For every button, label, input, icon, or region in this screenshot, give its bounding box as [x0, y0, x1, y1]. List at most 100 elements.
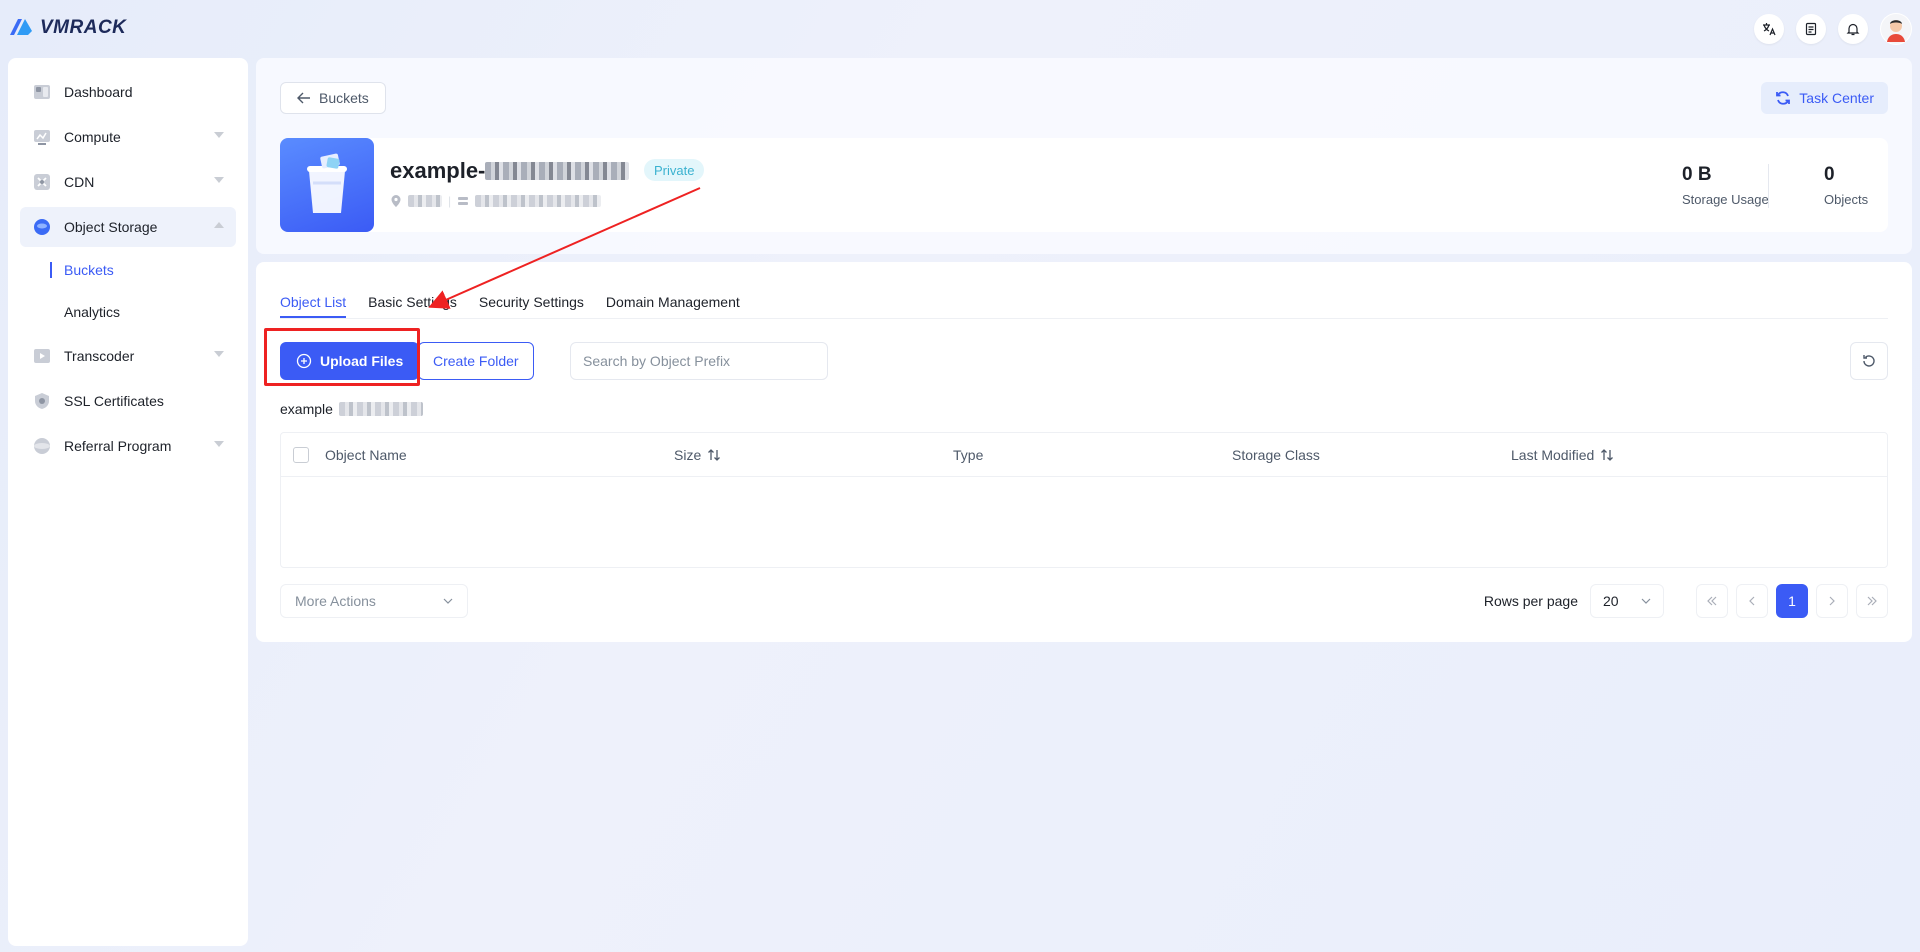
storage-usage-stat: 0 B Storage Usage	[1682, 164, 1769, 207]
sort-icon	[708, 449, 721, 461]
task-center-label: Task Center	[1799, 90, 1874, 106]
tab-object-list[interactable]: Object List	[280, 286, 347, 318]
prev-page-button[interactable]	[1736, 584, 1768, 618]
tab-basic-settings[interactable]: Basic Settings	[368, 286, 457, 318]
top-actions	[1754, 13, 1912, 45]
column-label: Object Name	[325, 447, 407, 463]
select-all-checkbox[interactable]	[293, 447, 309, 463]
create-folder-button[interactable]: Create Folder	[418, 342, 534, 380]
compute-icon	[32, 127, 52, 147]
objects-stat: 0 Objects	[1824, 164, 1868, 207]
translate-icon[interactable]	[1754, 14, 1784, 44]
column-type: Type	[953, 447, 983, 463]
tabs-divider	[280, 318, 1888, 319]
column-object-name: Object Name	[325, 447, 407, 463]
vmrack-logo[interactable]: VMRACK	[8, 14, 126, 42]
refresh-button[interactable]	[1850, 342, 1888, 380]
chevron-down-icon	[214, 351, 224, 357]
sidebar-item-label: Referral Program	[64, 438, 172, 454]
logo-icon	[10, 19, 32, 35]
column-label: Storage Class	[1232, 447, 1320, 463]
next-page-button[interactable]	[1816, 584, 1848, 618]
sidebar-subitem-label: Buckets	[64, 262, 114, 278]
tab-domain-management[interactable]: Domain Management	[606, 286, 740, 318]
redacted-path-suffix	[338, 402, 423, 416]
column-label: Last Modified	[1511, 447, 1595, 463]
upload-files-button[interactable]: Upload Files	[280, 342, 420, 380]
chevron-left-icon	[1749, 596, 1755, 606]
storage-usage-value: 0 B	[1682, 164, 1712, 185]
sidebar-item-label: Transcoder	[64, 348, 135, 364]
rows-per-page-value: 20	[1603, 593, 1619, 609]
pagination: Rows per page 20 1	[1484, 584, 1888, 618]
plus-circle-icon	[296, 353, 312, 369]
refresh-sync-icon	[1776, 91, 1791, 105]
object-table: Object Name Size Type Storage Class Last…	[280, 432, 1888, 568]
sidebar-subitem-buckets[interactable]: Buckets	[20, 252, 236, 288]
bell-icon[interactable]	[1838, 14, 1868, 44]
sidebar-item-ssl-certificates[interactable]: SSL Certificates	[20, 381, 236, 421]
column-label: Type	[953, 447, 984, 463]
chevron-up-icon	[214, 222, 224, 228]
sidebar-item-label: Object Storage	[64, 219, 158, 235]
breadcrumb-bucket[interactable]: example	[280, 401, 333, 417]
chevron-right-icon	[1829, 596, 1835, 606]
task-center-button[interactable]: Task Center	[1761, 82, 1888, 114]
redacted-region	[408, 195, 442, 207]
last-page-button[interactable]	[1856, 584, 1888, 618]
sidebar-item-cdn[interactable]: CDN	[20, 162, 236, 202]
storage-icon	[458, 197, 469, 205]
object-list-panel: Object List Basic Settings Security Sett…	[256, 262, 1912, 642]
object-prefix-search-input[interactable]	[570, 342, 828, 380]
cdn-icon	[32, 172, 52, 192]
sidebar: Dashboard Compute CDN Object Storage Buc…	[8, 58, 248, 946]
storage-usage-label: Storage Usage	[1682, 192, 1769, 207]
sidebar-subitem-analytics[interactable]: Analytics	[20, 294, 236, 330]
chevron-down-icon	[214, 177, 224, 183]
user-avatar[interactable]	[1880, 13, 1912, 45]
more-actions-select[interactable]: More Actions	[280, 584, 468, 618]
back-button-label: Buckets	[319, 90, 369, 106]
page-button-current[interactable]: 1	[1776, 584, 1808, 618]
first-page-button[interactable]	[1696, 584, 1728, 618]
redacted-storage-type	[475, 195, 602, 207]
chevron-down-icon	[1641, 598, 1651, 604]
more-actions-label: More Actions	[295, 593, 376, 609]
visibility-badge: Private	[644, 159, 705, 181]
column-label: Size	[674, 447, 702, 463]
column-storage-class: Storage Class	[1232, 447, 1320, 463]
objects-value: 0	[1824, 164, 1835, 185]
referral-icon	[32, 436, 52, 456]
sidebar-subitem-label: Analytics	[64, 304, 121, 320]
arrow-left-icon	[297, 92, 310, 104]
tab-security-settings[interactable]: Security Settings	[479, 286, 584, 318]
rows-per-page-select[interactable]: 20	[1590, 584, 1664, 618]
sidebar-item-label: CDN	[64, 174, 95, 190]
redacted-bucket-suffix	[485, 162, 630, 180]
dashboard-icon	[32, 82, 52, 102]
sidebar-item-transcoder[interactable]: Transcoder	[20, 336, 236, 376]
bucket-summary: example- Private | 0 B Storage Usage 0 O…	[280, 138, 1888, 232]
double-chevron-left-icon	[1707, 596, 1717, 606]
brand-name: VMRACK	[40, 17, 127, 38]
bucket-name-prefix: example-	[390, 158, 486, 183]
stat-divider	[1768, 164, 1769, 208]
double-chevron-right-icon	[1867, 596, 1877, 606]
back-to-buckets-button[interactable]: Buckets	[280, 82, 386, 114]
objects-label: Objects	[1824, 192, 1869, 207]
document-icon[interactable]	[1796, 14, 1826, 44]
bucket-header: Buckets Task Center example- Private | 0…	[256, 58, 1912, 254]
chevron-down-icon	[214, 132, 224, 138]
column-last-modified[interactable]: Last Modified	[1511, 447, 1614, 463]
bucket-name: example-	[390, 158, 630, 184]
table-header: Object Name Size Type Storage Class Last…	[281, 433, 1887, 477]
column-size[interactable]: Size	[674, 447, 721, 463]
location-pin-icon	[391, 195, 401, 207]
sidebar-item-referral-program[interactable]: Referral Program	[20, 426, 236, 466]
sidebar-item-object-storage[interactable]: Object Storage	[20, 207, 236, 247]
sidebar-item-dashboard[interactable]: Dashboard	[20, 72, 236, 112]
sidebar-item-compute[interactable]: Compute	[20, 117, 236, 157]
chevron-down-icon	[443, 598, 453, 604]
sort-icon	[1601, 449, 1614, 461]
ssl-icon	[32, 391, 52, 411]
